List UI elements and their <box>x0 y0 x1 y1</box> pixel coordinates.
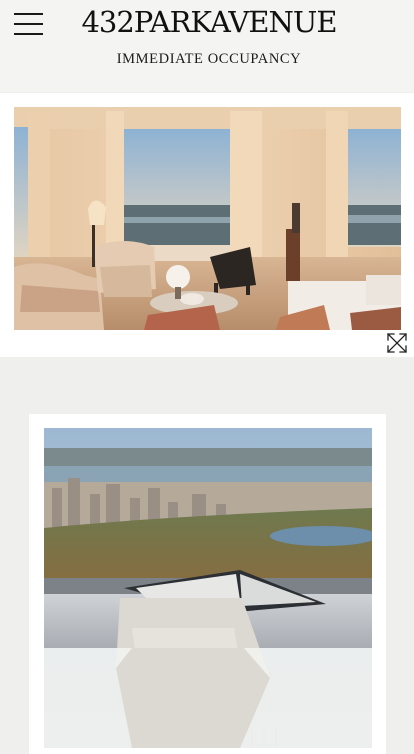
feature-card <box>29 414 386 754</box>
page-subtitle: IMMEDIATE OCCUPANCY <box>116 51 302 67</box>
gallery-card <box>0 93 414 357</box>
expand-arrows-icon[interactable] <box>386 332 408 354</box>
living-room-photo[interactable] <box>14 107 401 330</box>
central-park-view-photo[interactable] <box>44 428 372 748</box>
menu-bar <box>14 23 43 25</box>
site-header: 432PARKAVENUE IMMEDIATE OCCUPANCY <box>0 0 414 92</box>
hamburger-menu-icon[interactable] <box>14 12 44 36</box>
menu-bar <box>14 13 43 15</box>
menu-bar <box>14 33 43 35</box>
brand-logo[interactable]: 432PARKAVENUE <box>74 5 344 39</box>
